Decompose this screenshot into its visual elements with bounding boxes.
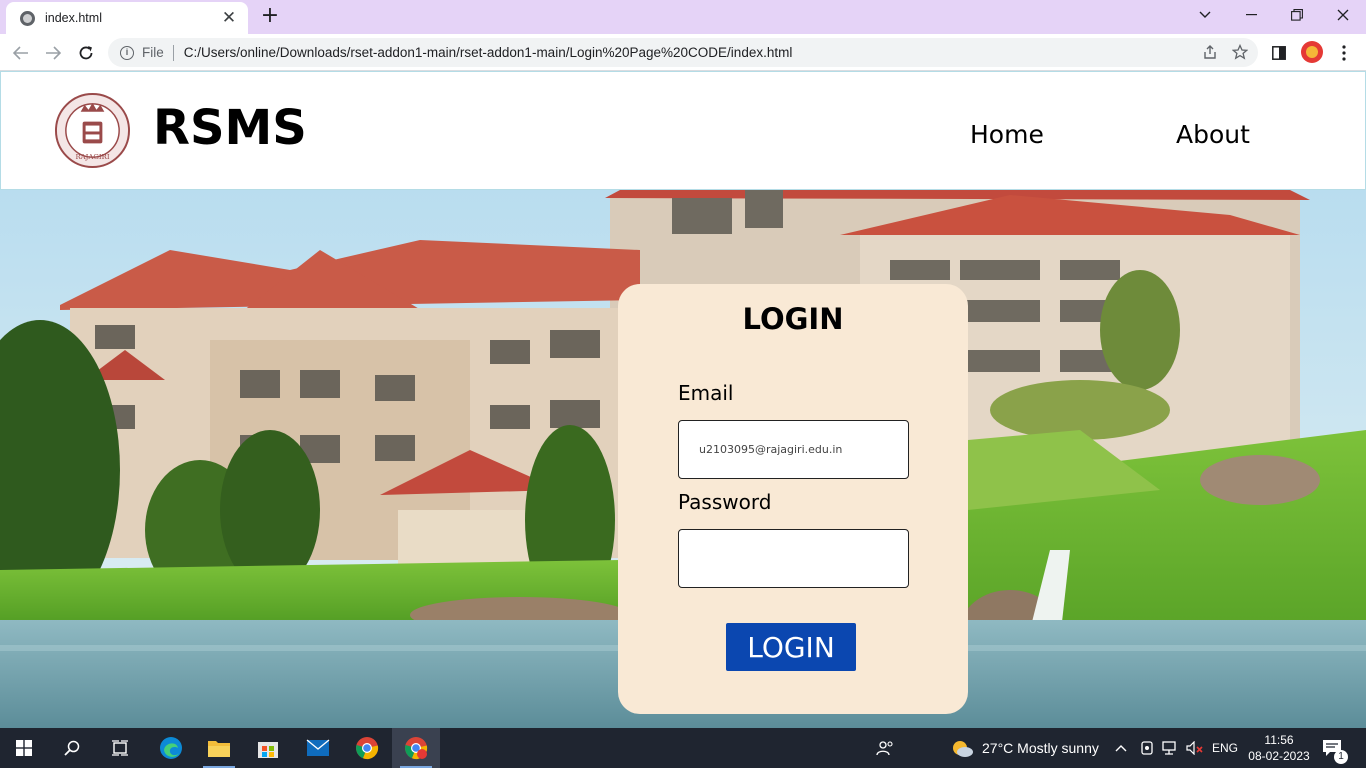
weather-text: 27°C Mostly sunny <box>982 740 1099 756</box>
store-taskbar-button[interactable] <box>244 728 292 768</box>
arrow-right-icon <box>46 46 61 60</box>
login-title: LOGIN <box>742 302 844 336</box>
svg-text:RAJAGIRI: RAJAGIRI <box>75 153 109 161</box>
tab-strip: index.html ✕ + <box>0 0 1366 34</box>
side-panel-button[interactable] <box>1268 41 1290 65</box>
chevron-down-icon <box>1199 11 1211 18</box>
chrome-profile-icon <box>405 737 428 760</box>
globe-icon <box>20 10 35 26</box>
address-bar[interactable]: i File C:/Users/online/Downloads/rset-ad… <box>108 38 1258 67</box>
url-scheme: File <box>142 45 164 60</box>
profile-avatar[interactable] <box>1301 41 1323 63</box>
email-label: Email <box>678 381 734 405</box>
reload-icon <box>79 46 93 60</box>
close-tab-icon[interactable]: ✕ <box>220 9 238 27</box>
avatar-face-icon <box>1306 46 1318 58</box>
show-hidden-icons-button[interactable] <box>1115 728 1127 768</box>
folder-icon <box>208 741 230 757</box>
mail-taskbar-button[interactable] <box>294 728 342 768</box>
network-icon <box>1162 741 1176 755</box>
store-icon <box>258 742 278 758</box>
restore-button[interactable] <box>1274 0 1320 30</box>
edge-taskbar-button[interactable] <box>147 728 195 768</box>
close-icon <box>1337 9 1349 21</box>
clock-date: 08-02-2023 <box>1248 749 1310 763</box>
clock[interactable]: 11:56 08-02-2023 <box>1248 728 1310 768</box>
side-panel-icon <box>1272 46 1286 60</box>
windows-taskbar: 27°C Mostly sunny ENG 11:56 08-02-2023 1 <box>0 728 1366 768</box>
partly-sunny-icon <box>953 741 973 757</box>
people-button[interactable] <box>876 728 894 768</box>
rajagiri-seal-icon: RAJAGIRI <box>54 92 131 169</box>
chrome-profile-taskbar-button[interactable] <box>392 728 440 768</box>
volume-button[interactable] <box>1186 728 1204 768</box>
share-icon[interactable] <box>1202 44 1218 60</box>
login-button[interactable]: LOGIN <box>726 623 856 671</box>
info-icon[interactable]: i <box>120 45 134 60</box>
more-vertical-icon <box>1342 45 1346 61</box>
volume-muted-icon <box>1186 741 1203 755</box>
nav-about-link[interactable]: About <box>1176 120 1250 149</box>
chevron-up-icon <box>1115 745 1127 752</box>
people-icon <box>876 741 893 756</box>
site-header: RAJAGIRI RSMS Home About <box>0 71 1366 190</box>
network-button[interactable] <box>1162 728 1180 768</box>
url-separator <box>172 44 174 61</box>
windows-logo-icon <box>16 740 32 756</box>
task-view-button[interactable] <box>96 728 144 768</box>
password-field[interactable] <box>678 529 909 588</box>
browser-menu-button[interactable] <box>1334 41 1354 65</box>
browser-toolbar: i File C:/Users/online/Downloads/rset-ad… <box>0 34 1366 71</box>
back-button[interactable] <box>8 40 34 66</box>
tab-search-button[interactable] <box>1182 0 1228 30</box>
notifications-button[interactable]: 1 <box>1322 728 1348 768</box>
clock-time: 11:56 <box>1264 733 1294 747</box>
weather-widget[interactable]: 27°C Mostly sunny <box>950 728 1099 768</box>
reload-button[interactable] <box>73 40 99 66</box>
email-field[interactable] <box>678 420 909 479</box>
task-view-icon <box>112 740 128 756</box>
chrome-icon <box>356 737 379 760</box>
search-button[interactable] <box>48 728 96 768</box>
forward-button[interactable] <box>40 40 66 66</box>
new-tab-button[interactable]: + <box>258 5 282 29</box>
bookmark-star-icon[interactable] <box>1232 44 1248 60</box>
edge-icon <box>160 737 182 759</box>
browser-tab-active[interactable]: index.html ✕ <box>6 2 248 34</box>
nav-home-link[interactable]: Home <box>970 120 1044 149</box>
login-card: LOGIN Email Password LOGIN <box>618 284 968 714</box>
web-page: RAJAGIRI RSMS Home About LOGIN Email u21… <box>0 71 1366 728</box>
url-text: C:/Users/online/Downloads/rset-addon1-ma… <box>183 45 793 60</box>
chrome-taskbar-button[interactable] <box>343 728 391 768</box>
arrow-left-icon <box>13 46 28 60</box>
minimize-button[interactable] <box>1228 0 1274 30</box>
meet-now-button[interactable] <box>1140 728 1154 768</box>
start-button[interactable] <box>0 728 48 768</box>
minimize-icon <box>1245 14 1257 16</box>
meet-now-icon <box>1141 741 1153 755</box>
mail-icon <box>306 739 330 756</box>
restore-icon <box>1291 9 1303 21</box>
close-window-button[interactable] <box>1320 0 1366 30</box>
file-explorer-taskbar-button[interactable] <box>195 728 243 768</box>
search-icon <box>64 740 80 756</box>
password-label: Password <box>678 490 772 514</box>
tab-title: index.html <box>45 11 102 25</box>
site-brand: RSMS <box>153 100 307 156</box>
language-indicator[interactable]: ENG <box>1212 728 1238 768</box>
notification-count-badge: 1 <box>1334 750 1348 764</box>
